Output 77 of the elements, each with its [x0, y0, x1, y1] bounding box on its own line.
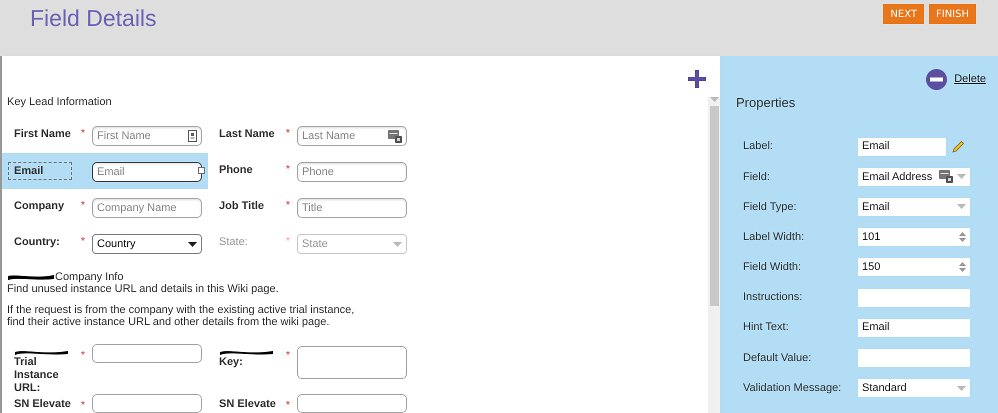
input-field[interactable] [297, 394, 407, 413]
input-field[interactable]: Email [858, 318, 970, 337]
spinner-arrows-icon[interactable] [959, 262, 966, 272]
page-title: Field Details [30, 4, 157, 33]
pencil-icon[interactable] [952, 140, 965, 154]
info-text: If the request is from the company with the existing active trial instance, find their active instance URL and other details from the wiki page. [7, 304, 356, 328]
select-field[interactable]: Email Address [858, 168, 970, 186]
scrollbar[interactable] [708, 97, 720, 413]
property-label: Default Value: [743, 350, 812, 366]
plus-icon[interactable] [688, 70, 706, 88]
number-field[interactable]: 101 [858, 228, 970, 246]
required-asterisk: * [285, 127, 291, 141]
field-label: SN Elevate [14, 398, 72, 411]
select-field[interactable]: Country [92, 234, 202, 254]
required-asterisk: * [285, 399, 291, 413]
caret-icon [710, 97, 718, 102]
grid-icon [939, 170, 953, 184]
input-field[interactable] [92, 344, 202, 363]
required-asterisk: * [285, 163, 291, 177]
input-field[interactable]: Title [297, 198, 407, 218]
input-field[interactable]: Last Name [297, 126, 407, 146]
input-field[interactable]: Company Name [92, 198, 202, 218]
property-label: Hint Text: [743, 320, 790, 336]
input-field[interactable] [858, 288, 970, 307]
resize-handle[interactable] [198, 167, 205, 174]
section-title: Company Info [55, 271, 124, 283]
required-asterisk: * [80, 399, 86, 413]
input-field[interactable]: Phone [297, 162, 407, 182]
property-label: Field Type: [743, 200, 798, 215]
property-label: Instructions: [743, 290, 804, 306]
panel-title: Properties [735, 94, 796, 112]
caret-icon [957, 204, 966, 210]
delete-link[interactable]: Delete [954, 71, 986, 88]
grid-icon [388, 130, 402, 142]
field-label: Trial Instance URL: [14, 356, 60, 395]
required-asterisk: * [80, 127, 86, 141]
select-field[interactable]: Email [858, 198, 970, 216]
required-asterisk: * [285, 349, 291, 363]
remove-icon[interactable] [926, 69, 948, 90]
number-field[interactable]: 150 [858, 258, 970, 276]
property-label: Validation Message: [743, 380, 842, 396]
caret-icon [957, 174, 966, 180]
required-asterisk: * [80, 349, 86, 363]
caret-icon [393, 242, 402, 246]
field-label: State: [219, 235, 249, 250]
input-field[interactable]: Email [858, 138, 946, 156]
field-label: Email [8, 162, 72, 180]
caret-icon [188, 242, 197, 246]
input-field[interactable]: First Name [92, 126, 202, 146]
input-field[interactable] [858, 348, 970, 367]
property-label: Field Width: [743, 260, 802, 276]
field-label: Job Title [219, 199, 266, 214]
property-label: Label: [743, 139, 774, 154]
property-label: Field: [743, 170, 771, 185]
input-field[interactable]: Email [92, 162, 202, 182]
required-asterisk: * [285, 235, 291, 249]
required-asterisk: * [80, 235, 86, 249]
selected-field-row[interactable]: Email Email [2, 153, 208, 189]
redaction-mark [7, 273, 55, 281]
textarea-field[interactable] [297, 346, 407, 379]
required-asterisk: * [285, 199, 291, 213]
field-label: SN Elevate [219, 398, 277, 411]
field-label: Phone [219, 163, 254, 178]
field-label: Last Name [219, 127, 276, 142]
select-field[interactable]: Standard [858, 379, 970, 398]
field-label: Company [14, 199, 66, 214]
info-text: Find unused instance URL and details in this Wiki page. [7, 283, 280, 295]
input-field[interactable] [92, 394, 202, 413]
field-label: Country: [14, 235, 61, 250]
property-label: Label Width: [743, 230, 806, 245]
required-asterisk: * [80, 199, 86, 213]
section-title: Key Lead Information [6, 95, 113, 109]
spinner-arrows-icon[interactable] [959, 232, 966, 242]
contact-card-icon [188, 130, 197, 142]
caret-icon [957, 386, 966, 391]
field-label: Key: [219, 356, 244, 369]
field-label: First Name [14, 127, 72, 142]
